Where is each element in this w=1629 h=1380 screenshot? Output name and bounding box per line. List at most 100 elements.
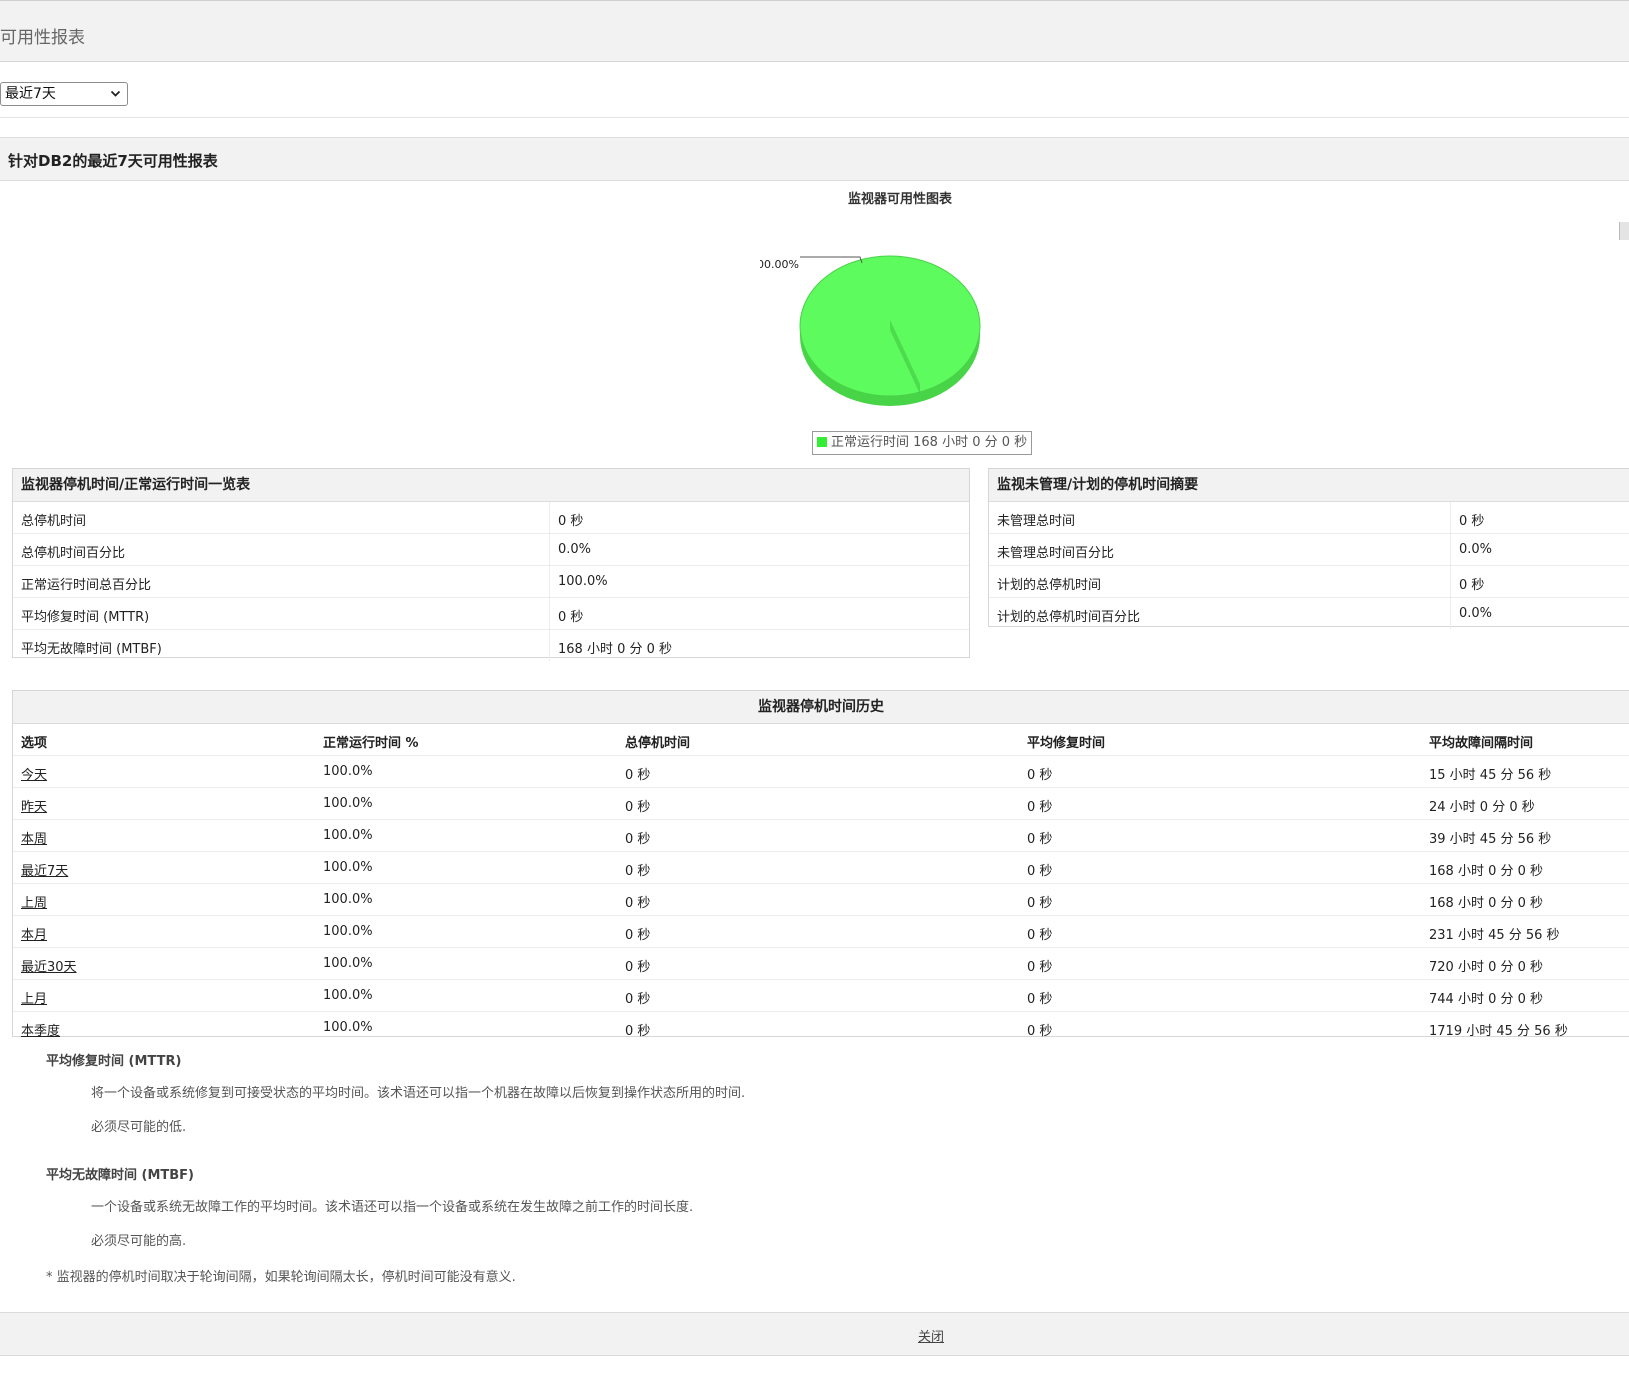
history-mttr: 0 秒 — [1027, 832, 1053, 847]
table-row: 本周 100.0% 0 秒 0 秒 39 小时 45 分 56 秒 — [13, 820, 1629, 852]
history-period-link[interactable]: 昨天 — [21, 800, 47, 815]
history-uptime: 100.0% — [323, 892, 373, 907]
unmanaged-label: 计划的总停机时间百分比 — [997, 610, 1141, 625]
history-uptime: 100.0% — [323, 924, 373, 939]
history-period-link[interactable]: 上周 — [21, 896, 47, 911]
history-downtime: 0 秒 — [625, 800, 651, 815]
unmanaged-summary-panel: 监视未管理/计划的停机时间摘要 未管理总时间 0 秒 未管理总时间百分比 0.0… — [988, 468, 1629, 629]
history-period-cell: 本月 — [21, 924, 47, 943]
history-mttr: 0 秒 — [1027, 1024, 1053, 1039]
history-mttr: 0 秒 — [1027, 768, 1053, 783]
history-mttr: 0 秒 — [1027, 800, 1053, 815]
history-uptime: 100.0% — [323, 764, 373, 779]
unmanaged-row: 计划的总停机时间百分比 0.0% — [989, 598, 1629, 629]
history-period-link[interactable]: 今天 — [21, 768, 47, 783]
table-row: 本月 100.0% 0 秒 0 秒 231 小时 45 分 56 秒 — [13, 916, 1629, 948]
summary-row: 平均无故障时间 (MTBF) 168 小时 0 分 0 秒 — [13, 630, 969, 661]
report-title: 针对DB2的最近7天可用性报表 — [8, 152, 218, 170]
history-header-row: 选项 正常运行时间 % 总停机时间 平均修复时间 平均故障间隔时间 — [13, 724, 1629, 756]
history-col-uptime: 正常运行时间 % — [323, 736, 419, 751]
mttr-description: 将一个设备或系统修复到可接受状态的平均时间。该术语还可以指一个机器在故障以后恢复… — [91, 1086, 746, 1101]
downtime-history-table: 监视器停机时间历史 选项 正常运行时间 % 总停机时间 平均修复时间 平均故障间… — [12, 690, 1629, 1039]
summary-label: 正常运行时间总百分比 — [21, 578, 152, 593]
history-period-cell: 本季度 — [21, 1020, 60, 1039]
table-row: 上月 100.0% 0 秒 0 秒 744 小时 0 分 0 秒 — [13, 980, 1629, 1012]
history-uptime: 100.0% — [323, 828, 373, 843]
footnote: * 监视器的停机时间取决于轮询间隔，如果轮询间隔太长，停机时间可能没有意义. — [46, 1270, 516, 1285]
summary-value: 0.0% — [558, 542, 592, 557]
table-row: 昨天 100.0% 0 秒 0 秒 24 小时 0 分 0 秒 — [13, 788, 1629, 820]
summary-label: 总停机时间百分比 — [21, 546, 126, 561]
table-row: 今天 100.0% 0 秒 0 秒 15 小时 45 分 56 秒 — [13, 756, 1629, 788]
history-mtbf: 15 小时 45 分 56 秒 — [1429, 768, 1552, 783]
unmanaged-row: 未管理总时间百分比 0.0% — [989, 534, 1629, 566]
period-select-value: 最近7天 — [5, 86, 56, 102]
title-bar: 可用性报表 — [0, 0, 1629, 62]
summary-row: 总停机时间百分比 0.0% — [13, 534, 969, 566]
history-downtime: 0 秒 — [625, 1024, 651, 1039]
history-mtbf: 1719 小时 45 分 56 秒 — [1429, 1024, 1568, 1039]
history-col-mttr: 平均修复时间 — [1027, 736, 1106, 751]
unmanaged-row: 未管理总时间 0 秒 — [989, 502, 1629, 534]
mtbf-hint: 必须尽可能的高. — [91, 1234, 187, 1249]
chart-legend: 正常运行时间 168 小时 0 分 0 秒 — [812, 431, 1033, 455]
history-downtime: 0 秒 — [625, 896, 651, 911]
history-period-cell: 昨天 — [21, 796, 47, 815]
summary-label: 平均修复时间 (MTTR) — [21, 610, 150, 625]
chart-title: 监视器可用性图表 — [847, 192, 952, 207]
availability-pie-chart: 100.00% — [760, 255, 981, 406]
history-period-cell: 最近30天 — [21, 956, 77, 975]
history-period-cell: 上周 — [21, 892, 47, 911]
history-mtbf: 720 小时 0 分 0 秒 — [1429, 960, 1544, 975]
unmanaged-label: 计划的总停机时间 — [997, 578, 1102, 593]
history-mtbf: 168 小时 0 分 0 秒 — [1429, 896, 1544, 911]
history-period-link[interactable]: 本周 — [21, 832, 47, 847]
report-header: 针对DB2的最近7天可用性报表 — [0, 137, 1629, 181]
table-row: 上周 100.0% 0 秒 0 秒 168 小时 0 分 0 秒 — [13, 884, 1629, 916]
period-select[interactable]: 最近7天 — [0, 82, 128, 106]
history-mttr: 0 秒 — [1027, 896, 1053, 911]
history-mttr: 0 秒 — [1027, 928, 1053, 943]
summary-value: 0 秒 — [558, 514, 584, 529]
history-period-cell: 本周 — [21, 828, 47, 847]
summary-value: 0 秒 — [558, 610, 584, 625]
unmanaged-label: 未管理总时间百分比 — [997, 546, 1115, 561]
summary-value: 168 小时 0 分 0 秒 — [558, 642, 673, 657]
history-uptime: 100.0% — [323, 1020, 373, 1035]
history-downtime: 0 秒 — [625, 960, 651, 975]
mttr-title: 平均修复时间 (MTTR) — [46, 1054, 182, 1069]
history-period-link[interactable]: 最近30天 — [21, 960, 77, 975]
history-period-link[interactable]: 本季度 — [21, 1024, 60, 1039]
history-period-cell: 上月 — [21, 988, 47, 1007]
scrollbar[interactable] — [1619, 222, 1629, 240]
history-mtbf: 24 小时 0 分 0 秒 — [1429, 800, 1535, 815]
downtime-summary-title: 监视器停机时间/正常运行时间一览表 — [13, 469, 969, 502]
history-uptime: 100.0% — [323, 860, 373, 875]
unmanaged-row: 计划的总停机时间 0 秒 — [989, 566, 1629, 598]
history-downtime: 0 秒 — [625, 864, 651, 879]
summary-value: 100.0% — [558, 574, 608, 589]
history-downtime: 0 秒 — [625, 928, 651, 943]
history-uptime: 100.0% — [323, 988, 373, 1003]
history-downtime: 0 秒 — [625, 832, 651, 847]
page-title: 可用性报表 — [0, 28, 85, 48]
history-uptime: 100.0% — [323, 956, 373, 971]
unmanaged-value: 0.0% — [1459, 606, 1493, 621]
history-period-link[interactable]: 上月 — [21, 992, 47, 1007]
summary-row: 总停机时间 0 秒 — [13, 502, 969, 534]
downtime-summary-panel: 监视器停机时间/正常运行时间一览表 总停机时间 0 秒 总停机时间百分比 0.0… — [12, 468, 970, 661]
close-link[interactable]: 关闭 — [918, 1326, 944, 1345]
history-col-period: 选项 — [21, 736, 48, 751]
unmanaged-value: 0 秒 — [1459, 514, 1485, 529]
history-mtbf: 744 小时 0 分 0 秒 — [1429, 992, 1544, 1007]
mtbf-title: 平均无故障时间 (MTBF) — [46, 1168, 195, 1183]
mtbf-description: 一个设备或系统无故障工作的平均时间。该术语还可以指一个设备或系统在发生故障之前工… — [91, 1200, 694, 1215]
history-title: 监视器停机时间历史 — [13, 691, 1629, 724]
table-row: 最近7天 100.0% 0 秒 0 秒 168 小时 0 分 0 秒 — [13, 852, 1629, 884]
summary-label: 平均无故障时间 (MTBF) — [21, 642, 162, 657]
history-period-link[interactable]: 最近7天 — [21, 864, 68, 879]
history-period-cell: 今天 — [21, 764, 47, 783]
history-period-link[interactable]: 本月 — [21, 928, 47, 943]
history-mtbf: 168 小时 0 分 0 秒 — [1429, 864, 1544, 879]
history-mttr: 0 秒 — [1027, 992, 1053, 1007]
